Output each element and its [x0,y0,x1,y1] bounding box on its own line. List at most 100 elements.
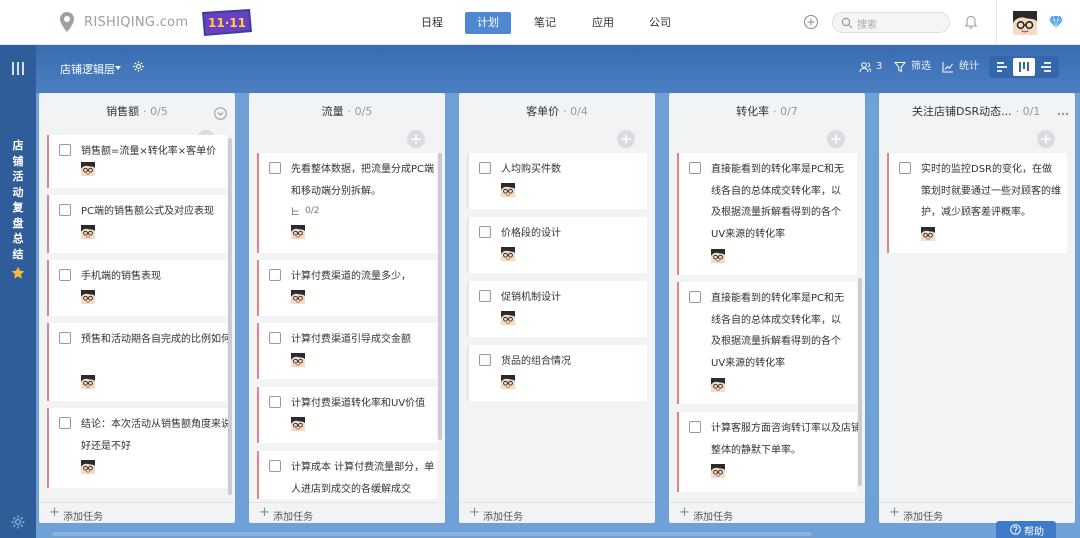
task-checkbox[interactable] [269,460,281,472]
task-card[interactable]: 手机端的销售表现 [47,260,227,316]
task-title: 手机端的销售表现 [81,271,161,282]
column-header[interactable]: 销售额 · 0/5 [39,103,235,119]
nav-notes[interactable]: 笔记 [529,12,561,34]
task-card[interactable]: 销售额=流量×转化率×客单价 [47,135,227,188]
gantt-view-button[interactable] [991,58,1013,76]
task-checkbox[interactable] [269,269,281,281]
add-card-icon[interactable] [617,130,635,148]
task-card[interactable]: 直接能看到的转化率是PC和无线各自的总体成交转化率，以及根据流量拆解看得到的各个… [677,282,857,404]
stats-button[interactable]: 统计 [942,60,982,74]
task-checkbox[interactable] [269,396,281,408]
task-checkbox[interactable] [689,162,701,174]
help-button[interactable]: 帮助 [996,521,1056,538]
view-name[interactable]: 店铺逻辑层 [60,61,115,77]
task-title: 先看整体数据，把流量分成PC端和移动端分别拆解。 [291,164,435,197]
members-count: 3 [876,61,883,72]
board-horizontal-scrollbar[interactable] [52,532,812,536]
add-task-button[interactable]: + 添加任务 [39,502,235,523]
gear-icon[interactable] [10,514,26,530]
members-button[interactable]: 3 [859,60,885,74]
task-checkbox[interactable] [899,162,911,174]
column-scrollbar[interactable] [438,153,442,440]
star-icon[interactable] [11,266,25,280]
nav-schedule[interactable]: 日程 [416,12,448,34]
logo-icon[interactable] [60,12,74,32]
list-view-button[interactable] [1035,58,1057,76]
diamond-icon[interactable] [1049,16,1063,28]
search-input[interactable]: 搜索 [832,12,950,33]
add-task-button[interactable]: + 添加任务 [669,502,865,523]
view-settings-gear-icon[interactable] [132,60,145,73]
task-checkbox[interactable] [59,269,71,281]
task-checkbox[interactable] [269,162,281,174]
chevron-down-icon[interactable] [115,66,121,70]
assignee-avatar [501,247,515,261]
task-checkbox[interactable] [479,162,491,174]
bell-icon[interactable] [963,14,979,30]
column-header[interactable]: 转化率 · 0/7 [669,103,865,119]
task-title: 预售和活动期各自完成的比例如何 [81,334,231,345]
add-card-icon[interactable] [1037,130,1055,148]
more-options-icon[interactable] [1057,112,1069,116]
task-card[interactable]: 价格段的设计 [467,217,647,273]
task-checkbox[interactable] [479,354,491,366]
column-scrollbar[interactable] [858,278,862,486]
task-title: 计算客服方面咨询转订率以及店铺整体的静默下单率。 [711,423,861,456]
promo-banner[interactable]: 11·11 [198,8,254,37]
task-title: 计算付费渠道的流量多少， [291,271,411,282]
nav-plan[interactable]: 计划 [465,12,511,34]
plus-icon: + [679,505,690,520]
task-card[interactable]: 计算付费渠道转化率和UV价值 [257,387,437,443]
task-card[interactable]: 计算付费渠道引导成交金额 [257,323,437,379]
task-card[interactable]: 预售和活动期各自完成的比例如何 [47,323,231,401]
task-card[interactable]: 先看整体数据，把流量分成PC端和移动端分别拆解。 0/2 [257,153,437,253]
column-header[interactable]: 客单价 · 0/4 [459,103,655,119]
task-card[interactable]: 实时的监控DSR的变化，在做策划时就要通过一些对顾客的维护，减少顾客差评概率。 [887,153,1067,253]
menu-icon[interactable] [11,62,25,75]
task-card[interactable]: 结论：本次活动从销售额角度来说好还是不好 [47,408,231,488]
task-checkbox[interactable] [59,204,71,216]
task-card[interactable]: 促销机制设计 [467,281,647,337]
column-scrollbar[interactable] [228,138,232,495]
add-card-icon[interactable] [407,130,425,148]
subtask-icon [292,207,299,215]
task-checkbox[interactable] [479,290,491,302]
task-card[interactable]: 计算客服方面咨询转订率以及店铺整体的静默下单率。 [677,412,861,492]
add-task-button[interactable]: + 添加任务 [459,502,655,523]
add-task-button[interactable]: + 添加任务 [249,502,445,523]
filter-button[interactable]: 筛选 [894,60,934,74]
task-checkbox[interactable] [59,417,71,429]
plus-icon: + [469,505,480,520]
assignee-avatar [81,162,95,176]
add-task-label: 添加任务 [63,512,103,523]
task-card[interactable]: 计算成本 计算付费流量部分，单人进店到成交的各缓解成交 [257,451,437,499]
user-avatar[interactable] [1013,11,1037,35]
task-checkbox[interactable] [269,332,281,344]
project-name[interactable]: 店铺活动复盘总结 [11,138,25,262]
nav-company[interactable]: 公司 [644,12,676,34]
task-card[interactable]: 货品的组合情况 [467,345,647,401]
task-checkbox[interactable] [689,291,701,303]
board-view-icon [1019,62,1029,72]
filter-label: 筛选 [911,61,931,72]
board-view-button[interactable] [1013,58,1035,76]
subtask-progress[interactable]: 0/2 [291,206,351,218]
brand-name[interactable]: RISHIQING.com [84,15,188,30]
column-header[interactable]: 关注店铺DSR动态... · 0/1 [912,103,1052,119]
task-card[interactable]: 计算付费渠道的流量多少， [257,260,437,316]
column-count: 0/5 [150,105,168,118]
task-card[interactable]: 直接能看到的转化率是PC和无线各自的总体成交转化率，以及根据流量拆解看得到的各个… [677,153,857,275]
assignee-avatar [501,183,515,197]
task-checkbox[interactable] [689,421,701,433]
collapse-toggle-icon[interactable] [214,107,227,120]
task-card[interactable]: 人均购买件数 [467,153,647,209]
task-checkbox[interactable] [59,332,71,344]
column-header[interactable]: 流量 · 0/5 [249,103,445,119]
nav-apps[interactable]: 应用 [587,12,619,34]
add-card-icon[interactable] [827,130,845,148]
add-circle-icon[interactable] [803,14,819,30]
task-checkbox[interactable] [59,144,71,156]
add-task-button[interactable]: + 添加任务 [879,502,1075,523]
task-checkbox[interactable] [479,226,491,238]
task-card[interactable]: PC端的销售额公式及对应表现 [47,195,227,253]
